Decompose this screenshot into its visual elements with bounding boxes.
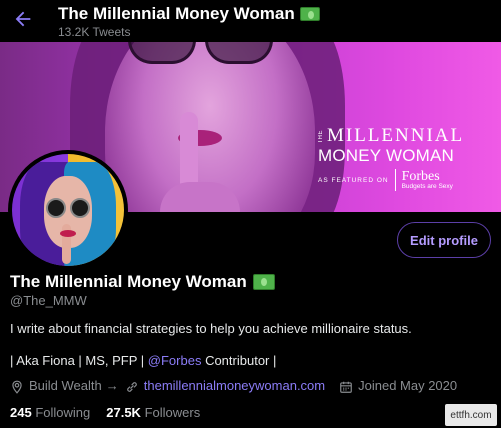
profile-handle: @The_MMW (10, 293, 87, 308)
banner-brand-logo: THE MILLENNIAL MONEY WOMAN AS FEATURED O… (318, 125, 465, 191)
brand-divider (394, 169, 396, 191)
profile-meta: Build Wealth → themillennialmoneywoman.c… (10, 378, 458, 394)
joined-date: Joined May 2020 (358, 378, 458, 393)
location-pin-icon (10, 380, 24, 394)
followers-link[interactable]: 27.5K Followers (106, 405, 200, 420)
bio-line-2: | Aka Fiona | MS, PFP | @Forbes Contribu… (10, 353, 277, 368)
tweet-count: 13.2K Tweets (58, 25, 131, 39)
money-bag-icon (299, 7, 320, 21)
website-link[interactable]: themillennialmoneywoman.com (144, 378, 325, 393)
follow-stats: 245 Following 27.5K Followers (10, 405, 216, 420)
location-text: Build Wealth (29, 378, 102, 393)
back-arrow-icon[interactable] (12, 8, 36, 30)
following-link[interactable]: 245 Following (10, 405, 90, 420)
link-icon (125, 380, 139, 394)
bio-line-1: I write about financial strategies to he… (10, 321, 412, 336)
watermark: ettfh.com (445, 404, 497, 426)
money-bag-icon (252, 274, 275, 290)
profile-name-row: The Millennial Money Woman (10, 272, 275, 292)
header-title: The Millennial Money Woman (58, 4, 320, 24)
profile-name: The Millennial Money Woman (10, 272, 247, 291)
profile-avatar[interactable] (8, 150, 128, 270)
forbes-mention-link[interactable]: @Forbes (148, 353, 202, 368)
top-bar: The Millennial Money Woman 13.2K Tweets (0, 0, 501, 42)
edit-profile-button[interactable]: Edit profile (397, 222, 491, 258)
location-arrow: → (105, 378, 119, 393)
calendar-icon (339, 380, 353, 394)
